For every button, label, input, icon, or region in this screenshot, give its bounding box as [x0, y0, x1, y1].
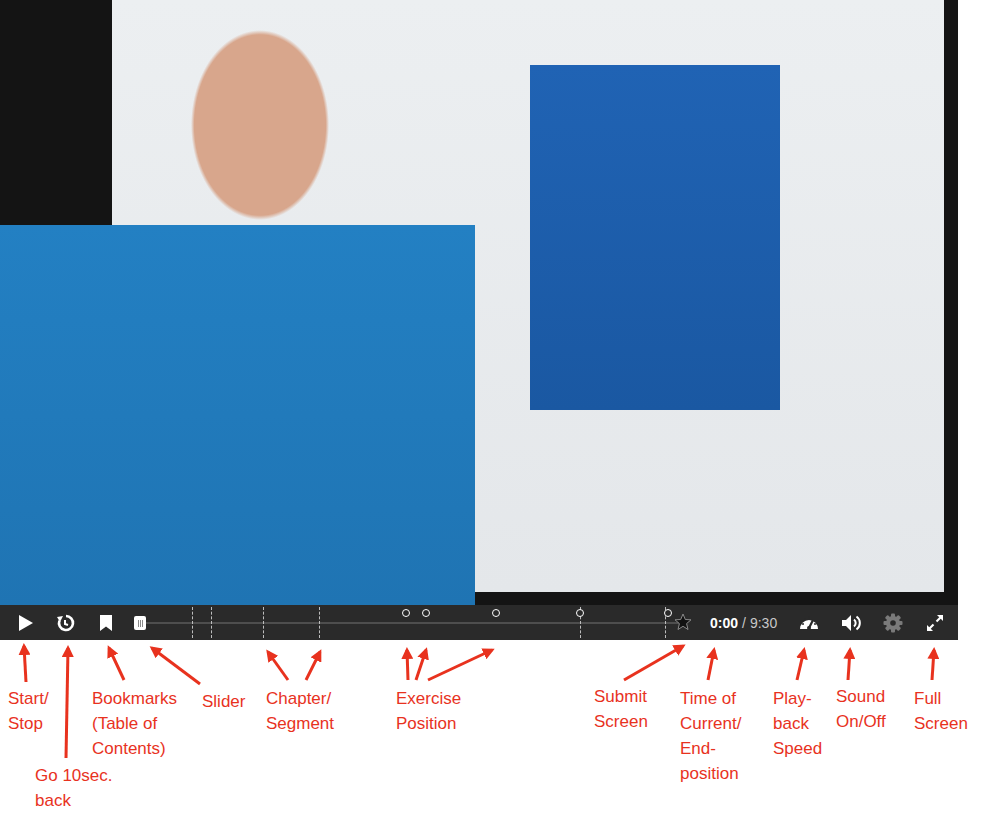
bookmark-icon	[98, 614, 114, 632]
annotation-line: Chapter/	[266, 686, 334, 711]
arrow	[24, 646, 26, 682]
annotation-label: Time ofCurrent/End-position	[680, 686, 741, 786]
time-separator: /	[742, 615, 746, 631]
arrow	[407, 650, 408, 680]
submit-screen-button[interactable]	[674, 613, 692, 631]
arrow	[428, 650, 492, 680]
annotation-line: Speed	[773, 736, 822, 761]
arrow	[109, 648, 124, 680]
bookmarks-button[interactable]	[86, 605, 126, 640]
fullscreen-button[interactable]	[914, 605, 956, 640]
chapter-marker[interactable]	[211, 607, 212, 638]
arrow	[932, 650, 934, 680]
annotation-label: SoundOn/Off	[836, 684, 886, 734]
annotation-label: Slider	[202, 689, 245, 714]
annotation-line: Contents)	[92, 736, 177, 761]
annotation-line: On/Off	[836, 709, 886, 734]
arrow	[306, 652, 320, 680]
exercise-marker[interactable]	[576, 609, 584, 617]
annotation-label: SubmitScreen	[594, 684, 648, 734]
video-frame[interactable]	[0, 0, 958, 605]
annotation-label: Start/Stop	[8, 686, 49, 736]
annotation-line: Play-	[773, 686, 822, 711]
annotation-label: ExercisePosition	[396, 686, 461, 736]
annotation-label: Chapter/Segment	[266, 686, 334, 736]
annotation-line: Sound	[836, 684, 886, 709]
annotation-line: Submit	[594, 684, 648, 709]
annotation-label: Play-backSpeed	[773, 686, 822, 761]
annotation-line: Full	[914, 686, 968, 711]
gear-icon	[883, 613, 903, 633]
exercise-marker[interactable]	[422, 609, 430, 617]
annotation-line: (Table of	[92, 711, 177, 736]
time-end: 9:30	[750, 615, 777, 631]
arrow	[708, 650, 714, 680]
annotation-line: Bookmarks	[92, 686, 177, 711]
chapter-marker[interactable]	[263, 607, 264, 638]
speaker-icon	[840, 613, 862, 633]
exercise-marker[interactable]	[664, 609, 672, 617]
exercise-marker[interactable]	[492, 609, 500, 617]
playback-speed-button[interactable]	[788, 605, 830, 640]
annotation-label: FullScreen	[914, 686, 968, 736]
annotation-label: Go 10sec.back	[35, 763, 113, 813]
annotation-line: back	[773, 711, 822, 736]
annotation-line: End-	[680, 736, 741, 761]
chapter-marker[interactable]	[319, 607, 320, 638]
back-10s-button[interactable]	[46, 605, 86, 640]
chapter-marker[interactable]	[192, 607, 193, 638]
annotation-line: Time of	[680, 686, 741, 711]
fullscreen-icon	[925, 613, 945, 633]
page: 0:00/9:30Start/StopGo 10sec.backBookmark…	[0, 0, 984, 817]
annotation-line: Exercise	[396, 686, 461, 711]
annotation-line: Screen	[594, 709, 648, 734]
annotation-line: Segment	[266, 711, 334, 736]
annotation-line: Current/	[680, 711, 741, 736]
settings-button[interactable]	[872, 605, 914, 640]
arrow	[797, 650, 804, 680]
slider-knob[interactable]	[134, 616, 146, 630]
play-button[interactable]	[6, 605, 46, 640]
annotation-canvas: Start/StopGo 10sec.backBookmarks(Table o…	[0, 640, 984, 817]
progress-track	[140, 622, 682, 624]
arrow	[848, 650, 850, 680]
annotation-line: Position	[396, 711, 461, 736]
exercise-marker[interactable]	[402, 609, 410, 617]
arrow	[416, 650, 426, 680]
time-display: 0:00/9:30	[700, 615, 788, 631]
replay-icon	[56, 613, 76, 633]
arrow	[624, 646, 683, 680]
control-bar: 0:00/9:30	[0, 605, 958, 640]
speedometer-icon	[798, 613, 820, 633]
annotation-line: Go 10sec.	[35, 763, 113, 788]
annotation-line: Slider	[202, 689, 245, 714]
arrow	[66, 648, 68, 758]
annotation-line: back	[35, 788, 113, 813]
play-icon	[18, 614, 34, 632]
time-current: 0:00	[710, 615, 738, 631]
annotation-label: Bookmarks(Table ofContents)	[92, 686, 177, 761]
sound-button[interactable]	[830, 605, 872, 640]
annotation-line: position	[680, 761, 741, 786]
arrow	[152, 648, 200, 684]
annotation-line: Start/	[8, 686, 49, 711]
annotation-line: Screen	[914, 711, 968, 736]
annotation-line: Stop	[8, 711, 49, 736]
star-icon	[674, 613, 692, 631]
progress-slider[interactable]	[126, 605, 700, 640]
arrow	[268, 652, 288, 680]
